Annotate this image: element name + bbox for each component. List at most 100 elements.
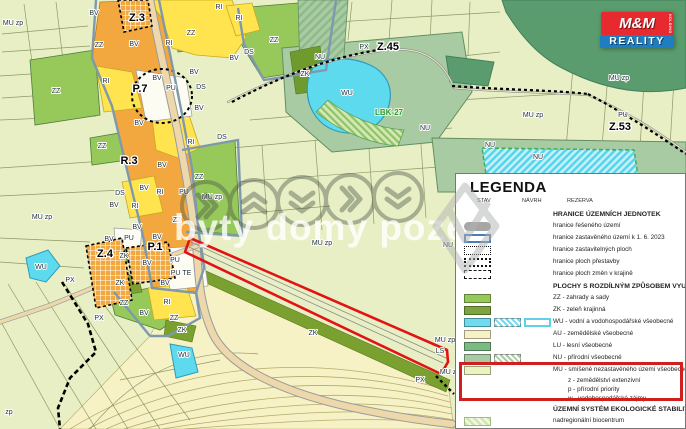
legend-col-rezerva: REZERVA: [567, 198, 593, 204]
map-label: ZK: [116, 280, 125, 287]
map-label: BV: [104, 236, 114, 243]
legend-swatch: [494, 318, 521, 327]
legend-row-label: hranice ploch změn v krajině: [553, 270, 633, 277]
map-label: BV: [139, 185, 149, 192]
map-label: RI: [157, 189, 164, 196]
map-label: DS: [217, 134, 227, 141]
map-label: ZK: [301, 71, 310, 78]
legend-swatch: [494, 354, 521, 363]
map-label: ZZ: [195, 174, 204, 181]
map-label: R.3: [120, 155, 137, 167]
legend-row: nadregionální biocentrum: [456, 415, 685, 427]
map-label: Z.4: [97, 248, 114, 260]
legend-section-header: PLOCHY S ROZDÍLNÝM ZPŮSOBEM VYUŽITÍ: [456, 280, 685, 292]
map-label: RI: [188, 139, 195, 146]
map-label: PX: [359, 44, 369, 51]
map-label: P.7: [132, 83, 147, 95]
map-label: BV: [134, 120, 144, 127]
zoning-map-screenshot: MU zpBVZ.3RIRIZZNUPXZ.45MU zpZZBVRIDSBVZ…: [0, 0, 686, 429]
map-label: MU zp: [3, 20, 23, 27]
map-label: ZZ: [187, 30, 196, 37]
legend-row: hranice ploch přestavby: [456, 256, 685, 268]
legend-row-label: nadregionální biocentrum: [553, 417, 624, 424]
legend-row: LU - lesní všeobecné: [456, 340, 685, 352]
map-label: Z.53: [609, 121, 631, 133]
map-label: MU zp: [523, 112, 543, 119]
map-label: BV: [157, 162, 167, 169]
map-label: WU: [35, 264, 47, 271]
map-label: RI: [236, 15, 243, 22]
map-label: NU: [443, 242, 453, 249]
legend-swatch: [464, 318, 491, 327]
map-label: RI: [132, 203, 139, 210]
map-label: ZZ: [120, 300, 129, 307]
map-label: ZZ: [52, 88, 61, 95]
legend-section-header: ÚZEMNÍ SYSTÉM EKOLOGICKÉ STABILITY: [456, 403, 685, 415]
legend-swatch: [464, 366, 491, 375]
legend-swatch: [464, 306, 491, 315]
map-label: MU zp: [312, 240, 332, 247]
map-label: BV: [152, 234, 162, 241]
legend-swatch: [524, 318, 551, 327]
legend-row-label: LU - lesní všeobecné: [553, 342, 612, 349]
map-label: BV: [152, 75, 162, 82]
map-label: PU TE: [171, 270, 192, 277]
map-label: MU zp: [32, 214, 52, 221]
logo-holding-text: HOLDING: [668, 14, 672, 34]
legend-row: AU - zemědělské všeobecné: [456, 328, 685, 340]
map-label: ZZ: [170, 315, 179, 322]
legend-row-label: hranice zastavitelných ploch: [553, 246, 632, 253]
legend-swatch: [464, 234, 491, 243]
legend-swatch: [464, 258, 491, 267]
legend-row: hranice zastavěného území k 1. 6. 2023: [456, 232, 685, 244]
legend-row-label: WU - vodní a vodohospodářské všeobecné: [553, 318, 673, 325]
legend-subitem: p - přírodní priority: [456, 385, 685, 394]
map-label: WU: [341, 90, 353, 97]
map-label: BV: [129, 41, 139, 48]
legend-swatch: [464, 222, 491, 231]
legend-row-label: AU - zemědělské všeobecné: [553, 330, 633, 337]
map-label: ZK: [178, 327, 187, 334]
legend-row-label: ZK - zeleň krajinná: [553, 306, 606, 313]
map-label: PU: [166, 85, 176, 92]
map-label: DS: [196, 84, 206, 91]
map-label: NU: [315, 54, 325, 61]
map-label: P.1: [147, 241, 162, 253]
legend-panel: LEGENDA STAV NÁVRH REZERVA HRANICE ÚZEMN…: [455, 173, 686, 429]
map-label: PU: [170, 257, 180, 264]
map-label: RI: [103, 78, 110, 85]
mm-reality-logo: M&M HOLDING REALITY: [601, 12, 674, 48]
legend-subitem: z - zemědělství extenzivní: [456, 376, 685, 385]
legend-col-navrh: NÁVRH: [522, 198, 542, 204]
map-label: PU: [618, 112, 628, 119]
legend-row-label: hranice zastavěného území k 1. 6. 2023: [553, 234, 665, 241]
map-label: MU zp: [202, 194, 222, 201]
legend-row: WU - vodní a vodohospodářské všeobecné: [456, 316, 685, 328]
map-label: MU zp: [609, 75, 629, 82]
legend-row: hranice řešeného území: [456, 220, 685, 232]
map-label: BV: [189, 69, 199, 76]
map-label: RI: [164, 299, 171, 306]
map-label: DS: [244, 49, 254, 56]
logo-mm-text: M&M: [619, 15, 655, 32]
legend-body: HRANICE ÚZEMNÍCH JEDNOTEKhranice řešenéh…: [456, 208, 685, 429]
map-label: DS: [115, 190, 125, 197]
map-label: NU: [485, 142, 495, 149]
map-label: BV: [142, 260, 152, 267]
legend-swatch: [464, 342, 491, 351]
map-label: BV: [160, 280, 170, 287]
legend-section-header: HRANICE ÚZEMNÍCH JEDNOTEK: [456, 208, 685, 220]
map-label: NU: [533, 154, 543, 161]
legend-row: ZK - zeleň krajinná: [456, 304, 685, 316]
legend-row: NU - přírodní všeobecné: [456, 352, 685, 364]
legend-title: LEGENDA: [470, 179, 685, 196]
map-label: BV: [109, 202, 119, 209]
map-label: RI: [216, 4, 223, 11]
legend-swatch: [464, 246, 491, 255]
map-label: RI: [166, 40, 173, 47]
legend-row-label: MU - smíšené nezastavěného území všeobec…: [553, 366, 686, 373]
map-label: PU: [179, 189, 189, 196]
map-label: NU: [420, 125, 430, 132]
map-label: WU: [178, 352, 190, 359]
map-label: BV: [132, 224, 142, 231]
